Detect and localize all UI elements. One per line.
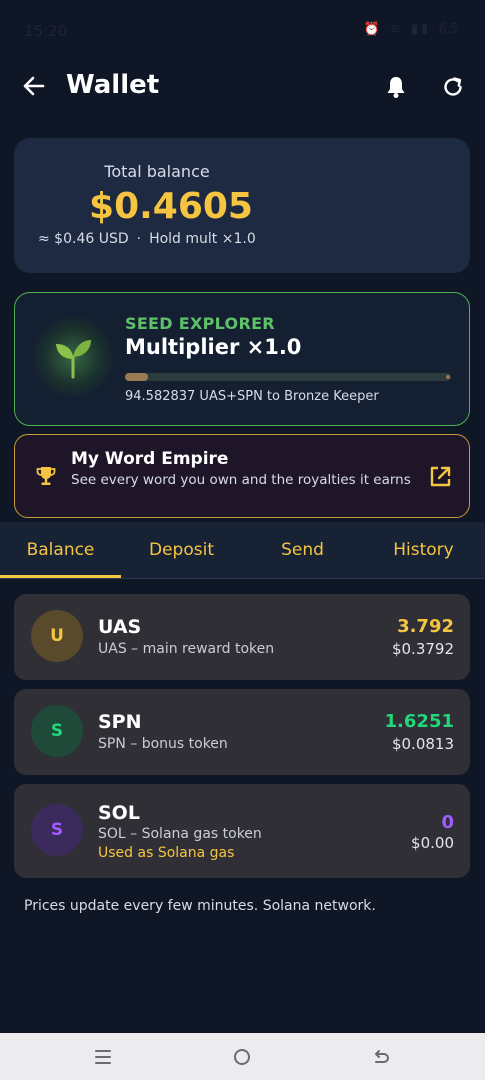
tier-name: SEED EXPLORER (125, 314, 275, 333)
token-amount: 1.6251 (384, 711, 454, 732)
wifi-icon: ≋ (389, 22, 404, 37)
menu-icon[interactable] (91, 1045, 115, 1069)
token-symbol: UAS (98, 616, 142, 638)
balance-subline: ≈ $0.46 USD · Hold mult ×1.0 (38, 231, 256, 247)
tab-balance[interactable]: Balance (0, 540, 121, 560)
wallet-tabs: Balance Deposit Send History (0, 522, 485, 579)
status-bar: 15:20 ⏰ ≋ ▮▮ 65 (0, 0, 485, 62)
tier-card[interactable]: SEED EXPLORER Multiplier ×1.0 94.582837 … (14, 292, 470, 426)
back-nav-icon[interactable] (369, 1045, 393, 1069)
token-avatar: S (31, 705, 83, 757)
home-icon[interactable] (230, 1045, 254, 1069)
arrow-left-icon (23, 76, 45, 96)
token-usd-value: $0.00 (411, 834, 454, 852)
tab-send[interactable]: Send (242, 540, 363, 560)
token-description: UAS – main reward token (98, 641, 275, 657)
token-description: SPN – bonus token (98, 736, 228, 752)
token-card-sol[interactable]: S SOL SOL – Solana gas token Used as Sol… (14, 784, 470, 878)
tab-deposit[interactable]: Deposit (121, 540, 242, 560)
separator-dot: · (136, 231, 142, 247)
token-amount: 0 (441, 812, 454, 833)
active-tab-indicator (0, 575, 121, 578)
system-nav-bar (0, 1033, 485, 1080)
total-balance-card: Total balance $0.4605 ≈ $0.46 USD · Hold m… (14, 138, 470, 273)
sprout-icon (56, 340, 91, 379)
hold-multiplier: Hold mult ×1.0 (149, 231, 256, 247)
notifications-button[interactable] (383, 74, 409, 100)
status-time: 15:20 (24, 22, 68, 40)
tier-progress-end-dot (446, 375, 450, 379)
external-link-icon[interactable] (428, 465, 452, 489)
token-usd-value: $0.3792 (391, 640, 454, 658)
token-card-uas[interactable]: U UAS UAS – main reward token 3.792 $0.3… (14, 594, 470, 680)
tab-history[interactable]: History (363, 540, 484, 560)
back-button[interactable] (20, 72, 48, 100)
token-avatar: U (31, 610, 83, 662)
tier-multiplier: Multiplier ×1.0 (125, 335, 302, 359)
battery-level: 65 (438, 22, 461, 37)
alarm-icon: ⏰ (363, 22, 383, 37)
status-icons: ⏰ ≋ ▮▮ 65 (364, 22, 461, 37)
token-note: Used as Solana gas (98, 845, 235, 861)
total-balance-label: Total balance (104, 162, 210, 181)
token-card-spn[interactable]: S SPN SPN – bonus token 1.6251 $0.0813 (14, 689, 470, 775)
word-empire-title: My Word Empire (71, 449, 229, 469)
token-amount: 3.792 (397, 616, 454, 637)
word-empire-description: See every word you own and the royalties… (71, 472, 411, 488)
refresh-button[interactable] (440, 74, 466, 100)
trophy-icon (36, 467, 56, 485)
token-usd-value: $0.0813 (391, 735, 454, 753)
token-description: SOL – Solana gas token (98, 826, 262, 842)
refresh-icon (444, 77, 462, 96)
footer-note: Prices update every few minutes. Solana … (24, 898, 376, 914)
page-title: Wallet (66, 70, 160, 100)
app-header: Wallet (0, 62, 485, 120)
total-balance-amount: $0.4605 (89, 186, 253, 227)
tier-progress-text: 94.582837 UAS+SPN to Bronze Keeper (125, 389, 379, 404)
token-symbol: SPN (98, 711, 142, 733)
balance-usd: ≈ $0.46 USD (38, 231, 129, 247)
token-avatar: S (31, 804, 83, 856)
bell-icon (387, 77, 405, 98)
signal-icon: ▮▮ (411, 22, 432, 37)
tier-progress-fill (125, 373, 148, 381)
tier-progress-bar (125, 373, 451, 381)
token-symbol: SOL (98, 802, 140, 824)
word-empire-card[interactable]: My Word Empire See every word you own an… (14, 434, 470, 518)
